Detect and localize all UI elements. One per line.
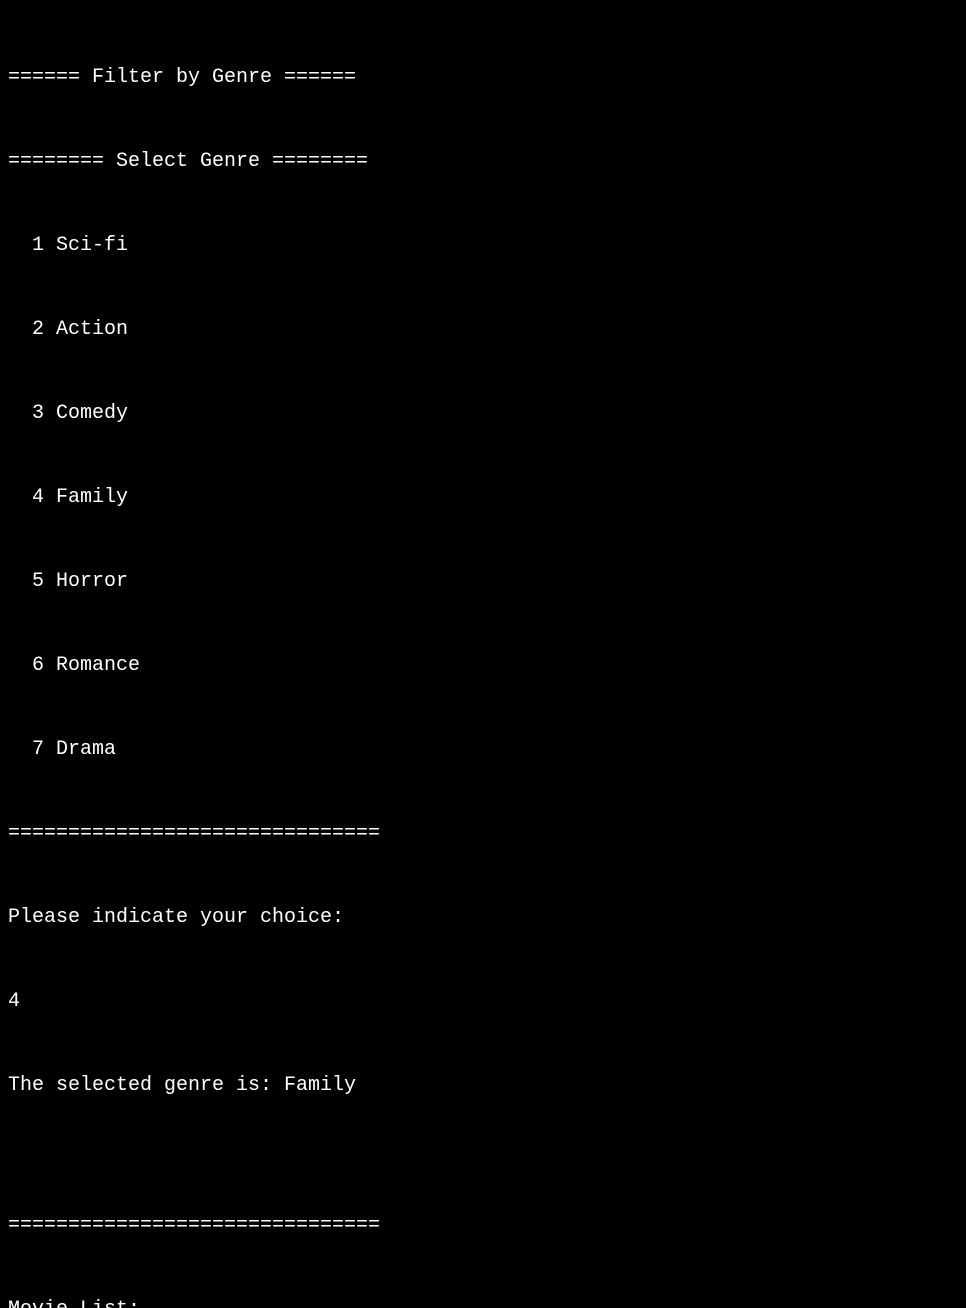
genre-3-line: 3 Comedy	[8, 400, 958, 428]
divider-2-line: ===============================	[8, 1212, 958, 1240]
genre-1-line: 1 Sci-fi	[8, 232, 958, 260]
select-header-line: ======== Select Genre ========	[8, 148, 958, 176]
filter-header-line: ====== Filter by Genre ======	[8, 64, 958, 92]
genre-4-line: 4 Family	[8, 484, 958, 512]
movie-list-header-line: Movie List:	[8, 1296, 958, 1308]
divider-1-line: ===============================	[8, 820, 958, 848]
genre-6-line: 6 Romance	[8, 652, 958, 680]
genre-5-line: 5 Horror	[8, 568, 958, 596]
input-value-line: 4	[8, 988, 958, 1016]
prompt-line: Please indicate your choice:	[8, 904, 958, 932]
genre-2-line: 2 Action	[8, 316, 958, 344]
genre-7-line: 7 Drama	[8, 736, 958, 764]
terminal-window: ====== Filter by Genre ====== ======== S…	[8, 8, 958, 1308]
selected-genre-line: The selected genre is: Family	[8, 1072, 958, 1100]
